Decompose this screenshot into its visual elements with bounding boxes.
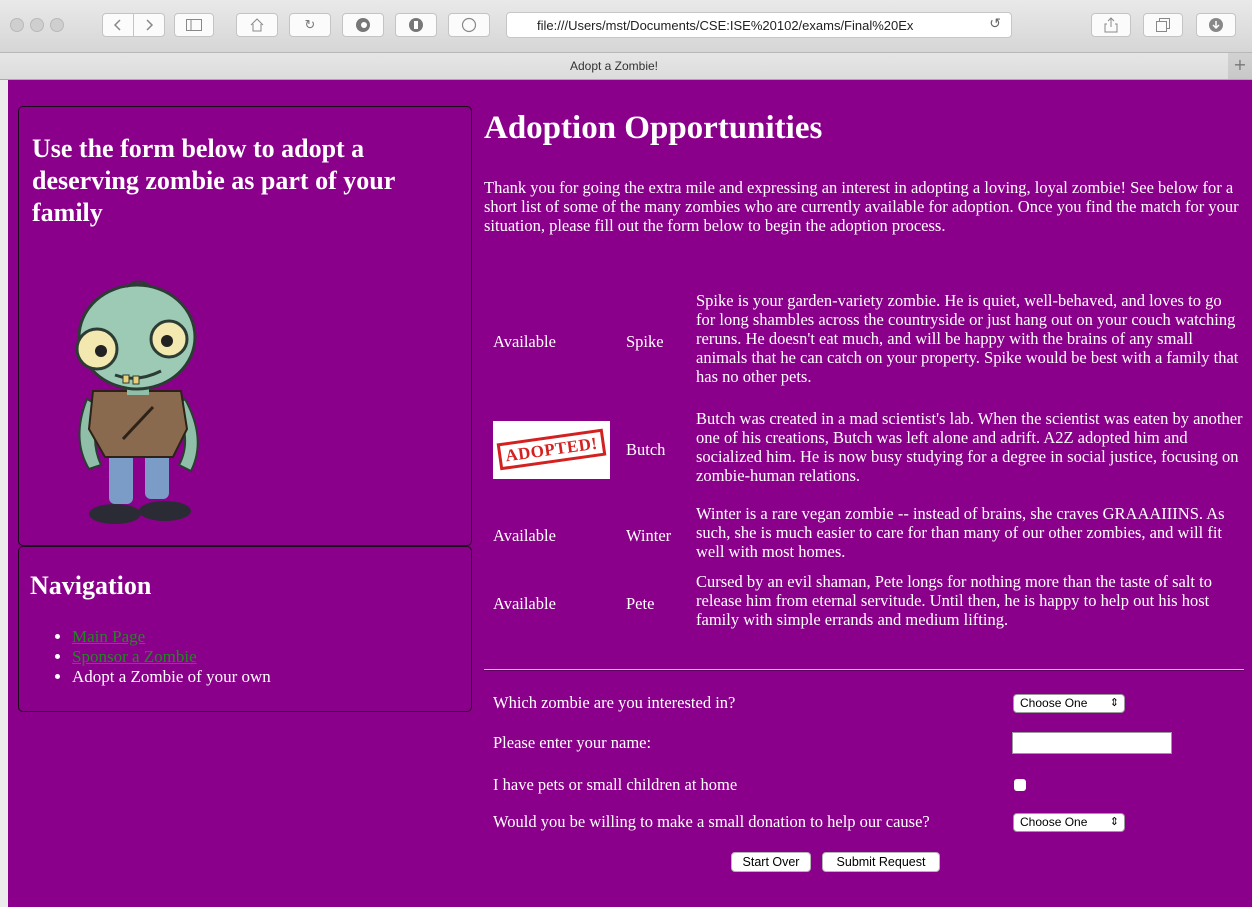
zombie-table: Available Spike Spike is your garden-var… — [484, 286, 1244, 638]
zombie-row: Available Winter Winter is a rare vegan … — [484, 502, 1244, 568]
intro-text: Thank you for going the extra mile and e… — [484, 178, 1239, 235]
donation-select-value: Choose One — [1020, 815, 1088, 829]
browser-toolbar: ↻ file:///Users/mst/Documents/CSE:ISE%20… — [0, 0, 1252, 53]
zombie-row: Available Pete Cursed by an evil shaman,… — [484, 568, 1244, 638]
zombie-description: Spike is your garden-variety zombie. He … — [696, 291, 1239, 386]
refresh-button[interactable]: ↻ — [289, 13, 331, 37]
select-arrows-icon: ⇕ — [1109, 816, 1119, 828]
circle-icon — [461, 17, 477, 33]
reload-icon[interactable]: ↺ — [989, 16, 1001, 32]
nav-item-adopt: Adopt a Zombie of your own — [72, 667, 271, 687]
tab-active[interactable]: Adopt a Zombie! — [0, 53, 1228, 79]
zombie-row: Available Spike Spike is your garden-var… — [484, 286, 1244, 397]
sidebar-button[interactable] — [174, 13, 214, 37]
extension-1-button[interactable] — [342, 13, 384, 37]
close-window-icon[interactable] — [10, 18, 24, 32]
zoom-window-icon[interactable] — [50, 18, 64, 32]
share-icon — [1104, 17, 1118, 33]
extension-2-button[interactable] — [395, 13, 437, 37]
share-button[interactable] — [1091, 13, 1131, 37]
zombie-name: Winter — [626, 525, 672, 545]
zombie-description: Winter is a rare vegan zombie -- instead… — [696, 503, 1225, 561]
tabs-icon — [1156, 18, 1170, 32]
home-button[interactable] — [236, 13, 278, 37]
page-title: Adoption Opportunities — [484, 110, 823, 146]
zombie-status: Available — [493, 525, 556, 545]
zombie-name: Pete — [626, 593, 655, 613]
downloads-button[interactable] — [1196, 13, 1236, 37]
page-body: Use the form below to adopt a deserving … — [8, 80, 1252, 907]
tabs-overview-button[interactable] — [1143, 13, 1183, 37]
download-icon — [1209, 18, 1223, 32]
zombie-description: Cursed by an evil shaman, Pete longs for… — [696, 571, 1212, 629]
adopted-stamp-text: ADOPTED! — [496, 428, 607, 471]
adopted-stamp-image: ADOPTED! — [493, 420, 610, 479]
zombie-illustration — [75, 280, 199, 524]
navigation-heading: Navigation — [30, 571, 152, 600]
home-icon — [250, 18, 264, 32]
donation-select[interactable]: Choose One ⇕ — [1013, 813, 1125, 832]
navigation-list: Main Page Sponsor a Zombie Adopt a Zombi… — [39, 627, 271, 687]
tab-bar: Adopt a Zombie! + — [0, 53, 1252, 80]
start-over-button[interactable]: Start Over — [731, 852, 811, 872]
zombie-row: ADOPTED! Butch Butch was created in a ma… — [484, 397, 1244, 502]
extension-icon — [356, 18, 370, 32]
back-button[interactable] — [102, 13, 134, 37]
nav-link-sponsor[interactable]: Sponsor a Zombie — [72, 647, 197, 666]
zombie-status: Available — [493, 593, 556, 613]
zombie-name: Spike — [626, 332, 664, 351]
plus-icon[interactable]: + — [1228, 53, 1252, 79]
zombie-description: Butch was created in a mad scientist's l… — [696, 408, 1243, 485]
extension-3-button[interactable] — [448, 13, 490, 37]
donation-label: Would you be willing to make a small don… — [493, 812, 930, 831]
zombie-status: Available — [493, 332, 556, 351]
pets-checkbox[interactable] — [1014, 779, 1026, 791]
nav-item-main-page: Main Page — [72, 627, 271, 647]
name-input[interactable] — [1012, 732, 1172, 754]
nav-item-sponsor: Sponsor a Zombie — [72, 647, 271, 667]
zombie-name: Butch — [626, 440, 666, 459]
submit-request-button[interactable]: Submit Request — [822, 852, 940, 872]
name-label: Please enter your name: — [493, 733, 652, 752]
forward-button[interactable] — [133, 13, 165, 37]
pets-label: I have pets or small children at home — [493, 775, 738, 794]
zombie-select[interactable]: Choose One ⇕ — [1013, 694, 1125, 713]
intro-panel: Use the form below to adopt a deserving … — [18, 106, 472, 546]
extension-icon — [409, 18, 423, 32]
minimize-window-icon[interactable] — [30, 18, 44, 32]
chevron-right-icon — [146, 19, 154, 31]
select-arrows-icon: ⇕ — [1109, 697, 1119, 709]
nav-link-main-page[interactable]: Main Page — [72, 627, 145, 646]
reload-icon: ↻ — [304, 17, 316, 33]
navigation-panel: Navigation Main Page Sponsor a Zombie Ad… — [18, 546, 472, 712]
url-text: file:///Users/mst/Documents/CSE:ISE%2010… — [537, 17, 914, 33]
zombie-select-value: Choose One — [1020, 696, 1088, 710]
intro-heading: Use the form below to adopt a deserving … — [32, 134, 395, 227]
sidebar-icon — [186, 19, 202, 31]
zombie-choice-label: Which zombie are you interested in? — [493, 693, 736, 712]
chevron-left-icon — [113, 19, 121, 31]
divider — [484, 669, 1244, 671]
address-bar[interactable]: file:///Users/mst/Documents/CSE:ISE%2010… — [506, 12, 1012, 38]
